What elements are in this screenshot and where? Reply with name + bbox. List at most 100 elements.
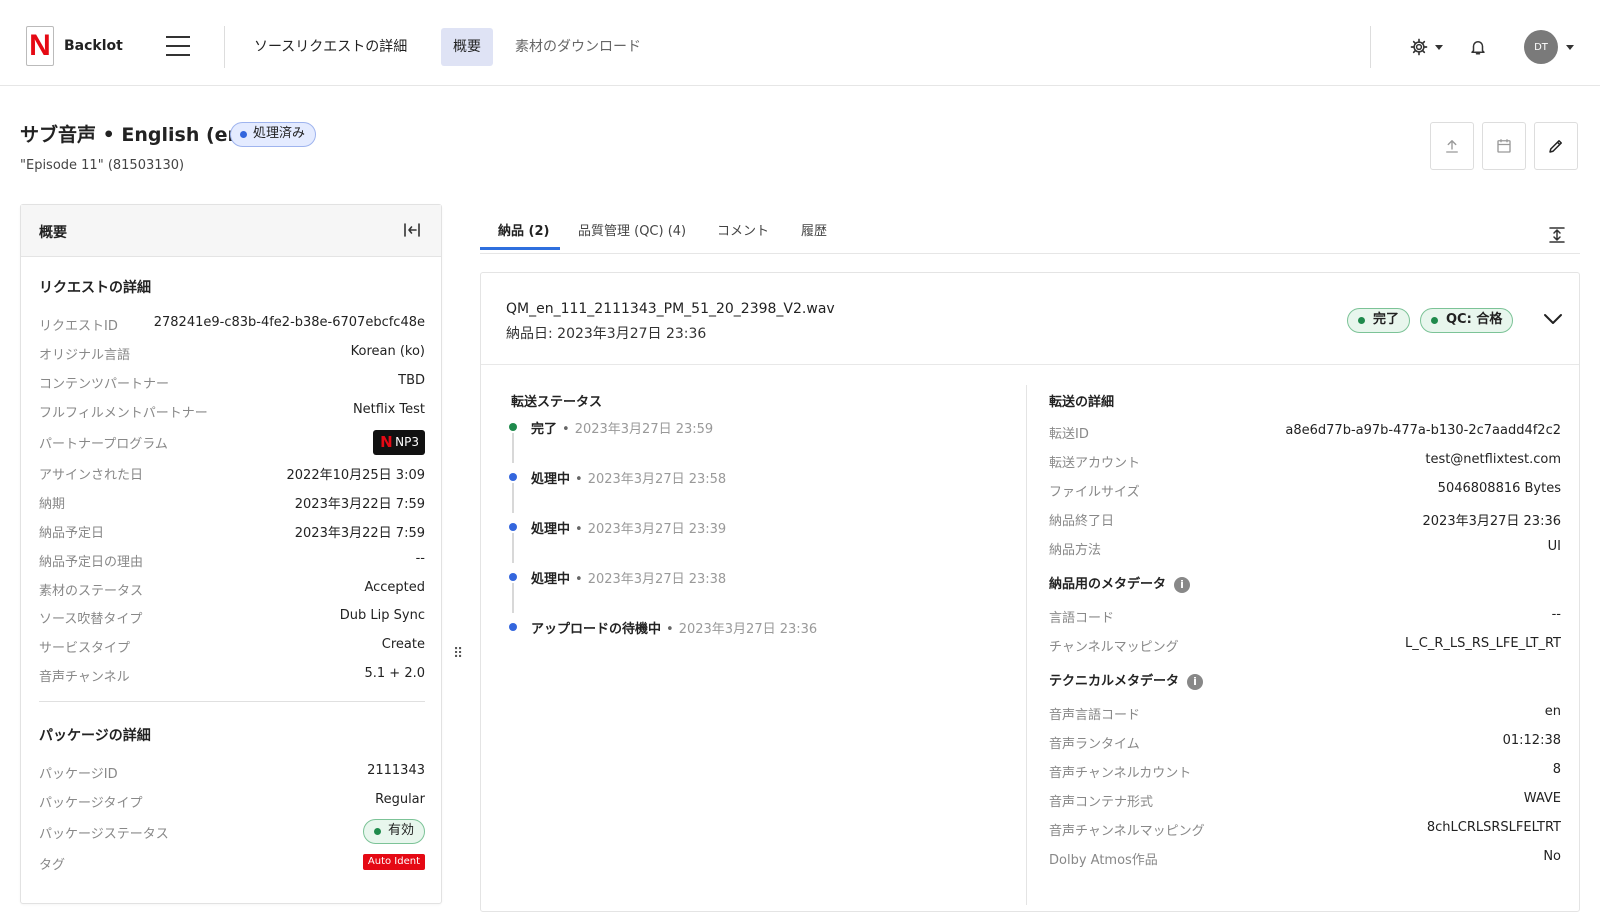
kv-value: -- <box>1551 607 1561 622</box>
kv-label: オリジナル言語 <box>39 348 131 363</box>
done-badge: 完了 <box>1347 308 1411 333</box>
logo-letter: N <box>29 29 51 62</box>
overview-panel-title: 概要 <box>39 225 67 241</box>
collapse-panel-icon[interactable] <box>403 222 421 238</box>
timeline-status: 処理中 <box>531 522 571 537</box>
kv-transfer-account: 転送アカウント test@netflixtest.com <box>1049 452 1561 474</box>
kv-transfer-id: 転送ID a8e6d77b-a97b-477a-b130-2c7aadd4f2c2 <box>1049 423 1561 445</box>
technical-metadata-title: テクニカルメタデータ i <box>1049 670 1204 690</box>
kv-package-type: パッケージタイプ Regular <box>39 792 425 814</box>
divider <box>1370 26 1371 68</box>
timeline-dot <box>509 423 517 431</box>
kv-content-partner: コンテンツパートナー TBD <box>39 373 425 395</box>
kv-label: 納品終了日 <box>1049 514 1115 529</box>
kv-audio-channel-mapping: 音声チャンネルマッピング 8chLCRLSRSLFELTRT <box>1049 820 1561 842</box>
kv-value: 8 <box>1552 762 1561 777</box>
chevron-down-icon[interactable] <box>1543 311 1563 325</box>
kv-label: 素材のステータス <box>39 584 144 599</box>
avatar[interactable]: DT <box>1524 30 1558 64</box>
kv-expected-delivery: 納品予定日 2023年3月22日 7:59 <box>39 522 425 544</box>
kv-label: 音声チャンネルカウント <box>1049 766 1192 781</box>
gear-icon[interactable] <box>1408 36 1430 58</box>
package-details-title: パッケージの詳細 <box>39 728 151 744</box>
timeline-connector <box>512 483 514 513</box>
nav-source-request-details[interactable]: ソースリクエストの詳細 <box>242 28 419 66</box>
request-details-title: リクエストの詳細 <box>39 280 151 296</box>
kv-value: 2023年3月22日 7:59 <box>294 497 425 512</box>
resize-handle-icon[interactable]: ⠿ <box>453 646 463 662</box>
kv-dolby-atmos: Dolby Atmos作品 No <box>1049 849 1561 871</box>
timeline-connector <box>512 533 514 563</box>
page-title: サブ音声 • English (en) <box>20 124 250 146</box>
kv-delivery-end: 納品終了日 2023年3月27日 23:36 <box>1049 510 1561 532</box>
timeline-time: 2023年3月27日 23:59 <box>574 422 714 437</box>
page-subtitle: "Episode 11" (81503130) <box>20 158 185 173</box>
timeline-time: 2023年3月27日 23:58 <box>587 472 727 487</box>
kv-value: 278241e9-c83b-4fe2-b38e-6707ebcfc48e <box>153 315 425 330</box>
kv-channel-mapping: チャンネルマッピング L_C_R_LS_RS_LFE_LT_RT <box>1049 636 1561 658</box>
kv-package-status: パッケージステータス 有効 <box>39 819 425 845</box>
kv-value: 2022年10月25日 3:09 <box>286 468 426 483</box>
chevron-down-icon[interactable] <box>1435 45 1443 50</box>
timeline-item: 処理中 • 2023年3月27日 23:38 <box>531 572 727 587</box>
nav-overview[interactable]: 概要 <box>441 28 493 66</box>
expand-all-icon[interactable] <box>1548 226 1566 244</box>
tab-comments[interactable]: コメント <box>717 220 769 239</box>
info-icon[interactable]: i <box>1174 576 1191 593</box>
kv-audio-language-code: 音声言語コード en <box>1049 704 1561 726</box>
nav-asset-download[interactable]: 素材のダウンロード <box>503 28 653 66</box>
kv-audio-channels: 音声チャンネル 5.1 + 2.0 <box>39 666 425 688</box>
timeline-status: アップロードの待機中 <box>531 622 662 637</box>
kv-value: Dub Lip Sync <box>339 608 425 623</box>
kv-value: Regular <box>375 792 425 807</box>
kv-label: ソース吹替タイプ <box>39 612 143 627</box>
kv-audio-runtime: 音声ランタイム 01:12:38 <box>1049 733 1561 755</box>
bell-icon[interactable] <box>1467 36 1489 58</box>
delivery-card-header[interactable]: QM_en_111_2111343_PM_51_20_2398_V2.wav 納… <box>481 273 1579 365</box>
tab-history[interactable]: 履歴 <box>801 220 827 239</box>
tab-qc[interactable]: 品質管理 (QC) (4) <box>578 220 686 239</box>
kv-fulfillment-partner: フルフィルメントパートナー Netflix Test <box>39 402 425 424</box>
tab-deliveries[interactable]: 納品 (2) <box>498 220 549 239</box>
divider <box>224 26 225 68</box>
kv-audio-container: 音声コンテナ形式 WAVE <box>1049 791 1561 813</box>
edit-button[interactable] <box>1534 122 1578 170</box>
kv-expected-delivery-reason: 納品予定日の理由 -- <box>39 551 425 573</box>
delivery-filename: QM_en_111_2111343_PM_51_20_2398_V2.wav <box>506 301 835 317</box>
kv-label: 言語コード <box>1049 611 1115 626</box>
package-status-badge: 有効 <box>362 819 425 844</box>
kv-file-size: ファイルサイズ 5046808816 Bytes <box>1049 481 1561 503</box>
kv-label: パッケージステータス <box>39 827 169 842</box>
kv-label: アサインされた日 <box>39 468 144 483</box>
kv-value: WAVE <box>1523 791 1561 806</box>
kv-value: 5.1 + 2.0 <box>364 666 425 681</box>
kv-label: パッケージID <box>39 767 118 782</box>
kv-label: チャンネルマッピング <box>1049 640 1179 655</box>
kv-label: 納期 <box>39 497 66 512</box>
timeline-connector <box>512 583 514 613</box>
kv-value: 8chLCRLSRSLFELTRT <box>1426 820 1561 835</box>
upload-button[interactable] <box>1430 122 1474 170</box>
kv-label: 音声チャンネル <box>39 670 130 685</box>
timeline-dot <box>509 623 517 631</box>
kv-value: Create <box>381 637 425 652</box>
menu-icon[interactable] <box>166 36 190 56</box>
qc-pass-badge: QC: 合格 <box>1420 308 1514 333</box>
timeline-status: 処理中 <box>531 572 571 587</box>
kv-label: Dolby Atmos作品 <box>1049 853 1158 868</box>
timeline-status: 完了 <box>531 422 558 437</box>
netflix-logo[interactable]: N <box>26 26 54 66</box>
chevron-down-icon[interactable] <box>1566 45 1574 50</box>
kv-value: 2023年3月27日 23:36 <box>1422 514 1562 529</box>
brand-name[interactable]: Backlot <box>64 38 123 54</box>
column-divider <box>1026 385 1027 905</box>
calendar-button[interactable] <box>1482 122 1526 170</box>
divider <box>39 701 425 702</box>
kv-value: Accepted <box>364 580 425 595</box>
delivery-metadata-label: 納品用のメタデータ <box>1049 577 1167 592</box>
kv-label: 音声ランタイム <box>1049 737 1140 752</box>
info-icon[interactable]: i <box>1187 673 1204 690</box>
kv-asset-status: 素材のステータス Accepted <box>39 580 425 602</box>
kv-value: TBD <box>398 373 425 388</box>
tab-bar: 納品 (2) 品質管理 (QC) (4) コメント 履歴 <box>480 204 1580 254</box>
